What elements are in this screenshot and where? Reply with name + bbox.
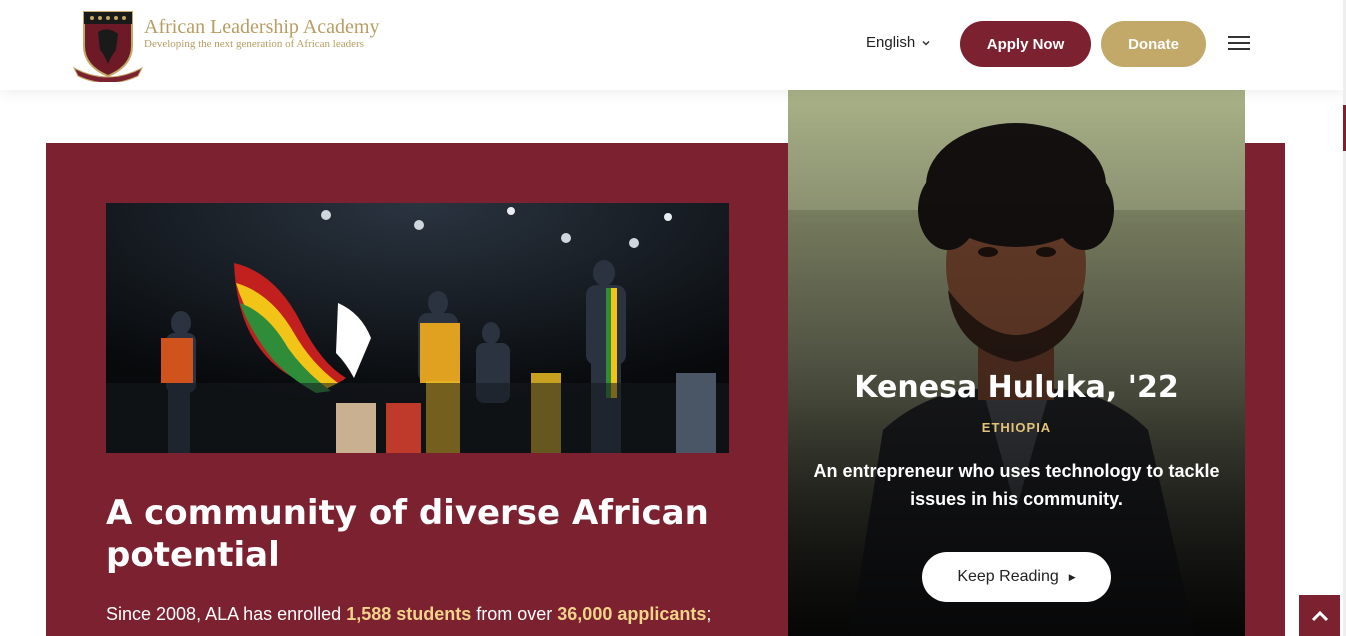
brand-name: African Leadership Academy — [144, 16, 380, 38]
students-count: 1,588 students — [346, 604, 472, 624]
stage-performance-image — [106, 203, 729, 453]
para-mid: from over — [471, 604, 558, 624]
donate-button[interactable]: Donate — [1101, 21, 1206, 67]
chevron-down-icon — [922, 40, 930, 46]
keep-reading-button[interactable]: Keep Reading ▶ — [922, 552, 1111, 602]
language-label: English — [866, 34, 916, 51]
section-headline: A community of diverse African potential — [106, 493, 709, 575]
applicants-count: 36,000 applicants — [557, 604, 707, 624]
profile-description: An entrepreneur who uses technology to t… — [813, 461, 1220, 509]
language-selector[interactable]: English — [866, 34, 931, 51]
menu-icon[interactable] — [1228, 36, 1250, 52]
back-to-top-button[interactable] — [1299, 595, 1340, 636]
apply-now-button[interactable]: Apply Now — [960, 21, 1091, 67]
profile-name: Kenesa Huluka, '22 — [854, 370, 1179, 405]
chevron-up-icon — [1311, 610, 1328, 621]
ala-logo[interactable] — [70, 6, 146, 84]
profile-country: ETHIOPIA — [981, 420, 1052, 435]
site-header: African Leadership Academy Developing th… — [0, 0, 1346, 90]
para-prefix: Since 2008, ALA has enrolled — [106, 604, 347, 624]
chevron-right-icon: ▶ — [1068, 571, 1076, 582]
brand-tagline: Developing the next generation of Africa… — [144, 38, 364, 50]
para-suffix: ; — [706, 604, 712, 624]
keep-reading-label: Keep Reading — [957, 568, 1059, 585]
profile-card: Kenesa Huluka, '22 ETHIOPIA An entrepren… — [788, 90, 1245, 636]
section-paragraph: Since 2008, ALA has enrolled 1,588 stude… — [106, 601, 746, 627]
